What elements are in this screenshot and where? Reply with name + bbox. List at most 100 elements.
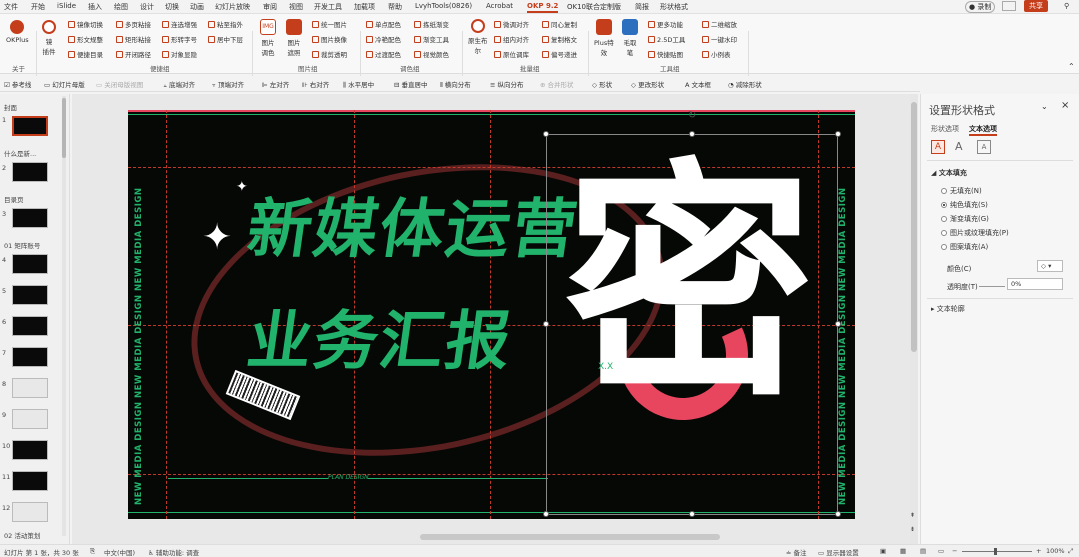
notes-button[interactable]: ≐ 备注 bbox=[786, 547, 807, 557]
comment-icon[interactable] bbox=[1002, 1, 1016, 11]
rect-paste-button[interactable]: 矩形粘接 bbox=[116, 34, 151, 44]
slideshow-view-icon[interactable]: ▭ bbox=[938, 547, 944, 555]
resize-handle[interactable] bbox=[689, 131, 695, 137]
center-vertical-button[interactable]: ⊟ 垂直居中 bbox=[394, 79, 428, 89]
unify-image-button[interactable]: 统一图片 bbox=[312, 19, 347, 29]
next-slide-icon[interactable]: ⇟ bbox=[910, 526, 915, 533]
section-toc[interactable]: 目录页 bbox=[4, 194, 24, 204]
tab-developer[interactable]: 开发工具 bbox=[314, 2, 342, 12]
color-picker-button[interactable]: ◇ ▾ bbox=[1037, 260, 1063, 272]
tab-review[interactable]: 审阅 bbox=[263, 2, 277, 12]
resize-handle[interactable] bbox=[835, 511, 841, 517]
number-increment-button[interactable]: 偏号递进 bbox=[542, 49, 577, 59]
slide-thumbnail-4[interactable] bbox=[12, 254, 48, 274]
tab-brief[interactable]: 简报 bbox=[635, 2, 649, 12]
subtract-shape-button[interactable]: ◔ 减除形状 bbox=[728, 79, 762, 89]
gradient-tool-button[interactable]: 渐变工具 bbox=[414, 34, 449, 44]
slide-thumbnail-7[interactable] bbox=[12, 347, 48, 367]
scroll-thumb[interactable] bbox=[911, 102, 917, 352]
single-color-button[interactable]: 单点配色 bbox=[366, 19, 401, 29]
tab-okp[interactable]: OKP 9.2 bbox=[527, 2, 559, 13]
group-align-button[interactable]: 组内对齐 bbox=[494, 34, 529, 44]
okplus-button[interactable]: OKPlus bbox=[6, 20, 29, 44]
radio-no-fill[interactable]: 无填充(N) bbox=[941, 186, 982, 196]
section-activity[interactable]: 02 活动策划 bbox=[4, 530, 40, 540]
distribute-vertical-button[interactable]: ≡ 纵向分布 bbox=[490, 79, 524, 89]
resize-handle[interactable] bbox=[543, 321, 549, 327]
quick-sticker-button[interactable]: 快捷贴图 bbox=[648, 49, 683, 59]
paste-outside-button[interactable]: 粘至指外 bbox=[208, 19, 243, 29]
open-close-path-button[interactable]: 开闭路径 bbox=[116, 49, 151, 59]
align-left-button[interactable]: ⊫ 左对齐 bbox=[262, 79, 289, 89]
cool-color-button[interactable]: 冷艳配色 bbox=[366, 34, 401, 44]
share-button[interactable]: 共享 bbox=[1024, 0, 1048, 12]
shape-text-button[interactable]: 形文规整 bbox=[68, 34, 103, 44]
tab-ok10[interactable]: OK10联合定制版 bbox=[567, 2, 621, 12]
textbox-button[interactable]: A 文本框 bbox=[685, 79, 711, 89]
radio-solid-fill[interactable]: 纯色填充(S) bbox=[941, 200, 988, 210]
slide-thumbnail-2[interactable] bbox=[12, 162, 48, 182]
textbox-icon[interactable]: A bbox=[977, 140, 991, 154]
align-top-button[interactable]: ⫟ 顶端对齐 bbox=[212, 79, 244, 90]
copy-format-button[interactable]: 复制格文 bbox=[542, 34, 577, 44]
tab-home[interactable]: 开始 bbox=[31, 2, 45, 12]
fine-align-button[interactable]: 微调对齐 bbox=[494, 19, 529, 29]
watermark-button[interactable]: 一键水印 bbox=[702, 34, 737, 44]
multi-select-button[interactable]: 连选增强 bbox=[162, 19, 197, 29]
crop-transparent-button[interactable]: 裁剪透明 bbox=[312, 49, 347, 59]
slide-thumbnail-6[interactable] bbox=[12, 316, 48, 336]
2-5d-tool-button[interactable]: 2.5D工具 bbox=[648, 34, 685, 44]
zoom-level[interactable]: 100% bbox=[1046, 547, 1065, 555]
merge-shapes-button[interactable]: ⊕ 合并形状 bbox=[540, 79, 574, 89]
collapse-ribbon-icon[interactable]: ⌃ bbox=[1068, 62, 1075, 71]
prev-slide-icon[interactable]: ⇞ bbox=[910, 512, 915, 519]
headline-line-2[interactable]: 业务汇报 bbox=[243, 305, 517, 379]
text-fill-outline-icon[interactable]: A bbox=[931, 140, 945, 154]
tab-animations[interactable]: 动画 bbox=[190, 2, 204, 12]
tab-insert[interactable]: 插入 bbox=[88, 2, 102, 12]
center-bottom-button[interactable]: 居中下层 bbox=[208, 34, 243, 44]
mini-chart-button[interactable]: 小例表 bbox=[702, 49, 731, 59]
section-matrix[interactable]: 01 矩阵账号 bbox=[4, 240, 40, 250]
resize-handle[interactable] bbox=[835, 321, 841, 327]
inplace-adjust-button[interactable]: 原位调库 bbox=[494, 49, 529, 59]
headline-line-1[interactable]: 新媒体运营 bbox=[243, 193, 583, 267]
slide-thumbnail-1[interactable] bbox=[12, 116, 48, 136]
transition-color-button[interactable]: 过渡配色 bbox=[366, 49, 401, 59]
brush-button[interactable]: 毛取 笔 bbox=[622, 19, 638, 57]
image-mask-button[interactable]: 图片 遮照 bbox=[286, 19, 302, 57]
center-horizontal-button[interactable]: ⫼ 水平居中 bbox=[343, 79, 374, 90]
slide-thumbnail-3[interactable] bbox=[12, 208, 48, 228]
change-shape-button[interactable]: ◇ 更改形状 bbox=[631, 79, 664, 89]
tab-addins[interactable]: 加载项 bbox=[354, 2, 375, 12]
resize-handle[interactable] bbox=[835, 131, 841, 137]
plus-effect-button[interactable]: Plus特 效 bbox=[594, 19, 614, 57]
canvas-vertical-scrollbar[interactable]: ⇞ ⇟ bbox=[910, 94, 918, 544]
resize-handle[interactable] bbox=[689, 511, 695, 517]
section-what-is[interactable]: 什么是新... bbox=[4, 148, 36, 158]
fit-window-icon[interactable]: ⤢ bbox=[1068, 547, 1073, 556]
radio-gradient-fill[interactable]: 渐变填充(G) bbox=[941, 214, 989, 224]
slide-thumbnail-10[interactable] bbox=[12, 440, 48, 460]
tab-help[interactable]: 帮助 bbox=[388, 2, 402, 12]
resize-handle[interactable] bbox=[543, 511, 549, 517]
radio-picture-fill[interactable]: 图片或纹理填充(P) bbox=[941, 228, 1009, 238]
zoom-out-icon[interactable]: − bbox=[952, 547, 957, 555]
mirror-switch-button[interactable]: 镜像切换 bbox=[68, 19, 103, 29]
slide-master-button[interactable]: ▭ 幻灯片母版 bbox=[44, 79, 85, 89]
paper-gradient-button[interactable]: 拣纸渐变 bbox=[414, 19, 449, 29]
display-settings-button[interactable]: ▭ 显示器设置 bbox=[818, 547, 859, 557]
radio-pattern-fill[interactable]: 图案填充(A) bbox=[941, 242, 988, 252]
person-icon[interactable]: ⚲ bbox=[1064, 2, 1069, 10]
zoom-slider[interactable] bbox=[962, 551, 1032, 552]
reading-view-icon[interactable]: ▤ bbox=[920, 547, 926, 555]
resize-handle[interactable] bbox=[543, 131, 549, 137]
canvas-horizontal-scrollbar[interactable] bbox=[420, 534, 720, 540]
object-visibility-button[interactable]: 对象显隐 bbox=[162, 49, 197, 59]
text-effects-icon[interactable]: A bbox=[955, 140, 963, 153]
transparency-input[interactable]: 0% bbox=[1007, 278, 1063, 290]
tab-acrobat[interactable]: Acrobat bbox=[486, 2, 513, 10]
zoom-in-icon[interactable]: + bbox=[1036, 547, 1041, 555]
close-master-button[interactable]: ▭ 关闭母版视图 bbox=[96, 79, 143, 89]
align-bottom-button[interactable]: ⫠ 底端对齐 bbox=[163, 79, 195, 90]
